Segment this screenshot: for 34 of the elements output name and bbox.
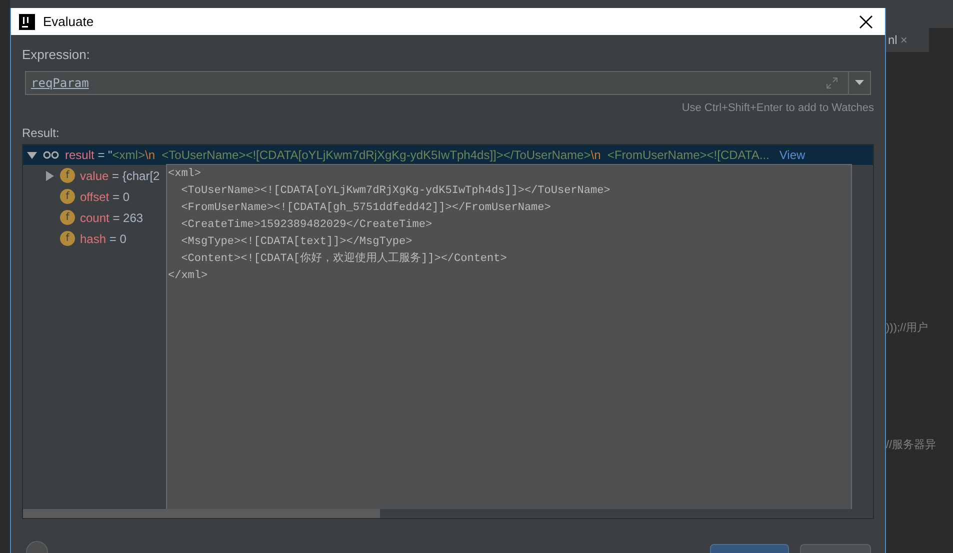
tree-row[interactable]: result = "<xml>\n <ToUserName><![CDATA[oYLjKwm7dRjXgKg-ydK5IwTph4ds]]></ToUserName>\n <FromUserName><![CDATA... View [23,145,873,165]
field-entry: hash = 0 [80,230,126,248]
expression-field[interactable]: reqParam [25,70,871,94]
expression-label: Expression: [22,46,91,64]
field-icon: f [60,189,75,204]
app-logo-icon [19,14,35,30]
window-title: Evaluate [43,12,95,31]
field-icon: f [60,210,75,225]
caret-icon [855,80,864,85]
code-line: )));//用户 [886,320,930,336]
watch-glasses-icon [43,151,59,159]
xml-line: <Content><![CDATA[你好，欢迎使用人工服务]]></Content> [180,251,508,267]
view-link[interactable]: View [779,146,806,164]
expand-icon[interactable] [826,76,838,88]
xml-line: <MsgType><![CDATA[text]]></MsgType> [180,235,414,250]
result-label: Result: [22,125,60,142]
close-icon[interactable] [859,14,873,28]
xml-line: <CreateTime>1592389482029</CreateTime> [180,218,434,233]
watches-hint: Use Ctrl+Shift+Enter to add to Watches [682,100,874,116]
xml-line: <xml> [168,167,202,182]
field-icon: f [60,168,75,183]
code-line: //服务器异 [886,438,938,452]
variable-value: result = "<xml>\n <ToUserName><![CDATA[oYLjKwm7dRjXgKg-ydK5IwTph4ds]]></ToUserName>\n <FromUserName><![CDATA... [65,147,770,164]
expand-arrow-icon[interactable] [45,170,55,180]
xml-line: <ToUserName><![CDATA[oYLjKwm7dRjXgKg-ydK5IwTph4ds]]></ToUserName> [180,184,612,199]
xml-line: <FromUserName><![CDATA[gh_5751ddfedd42]]></FromUserName> [180,201,552,216]
field-entry: count = 263 [80,210,144,226]
xml-line: </xml> [168,269,209,284]
field-entry: offset = 0 [80,188,130,206]
expand-arrow-icon[interactable] [27,150,37,160]
field-icon: f [60,231,75,246]
scrollbar-thumb[interactable] [23,509,380,518]
field-entry: value = {char[2 [80,168,160,184]
editor-tab[interactable]: nl × [886,28,930,52]
